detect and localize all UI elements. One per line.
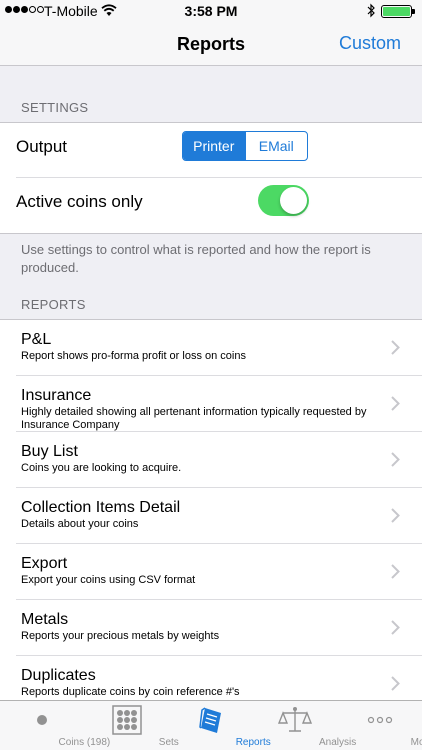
tab-analysis[interactable]: Analysis	[253, 701, 356, 750]
report-subtitle: Reports your precious metals by weights	[21, 630, 220, 642]
active-coins-row: Active coins only	[0, 178, 422, 233]
report-title: Buy List	[21, 443, 78, 460]
output-row: Output Printer EMail	[0, 123, 422, 178]
chevron-right-icon	[391, 396, 400, 411]
bluetooth-icon	[367, 3, 376, 21]
list-item-pl[interactable]: P&L Report shows pro-forma profit or los…	[0, 320, 422, 376]
report-title: Metals	[21, 611, 69, 628]
tab-bar: Coins (198) Sets Reports Analysis Mo	[0, 700, 422, 750]
tab-label: More	[410, 737, 422, 748]
battery-icon	[381, 5, 412, 18]
settings-section-header: SETTINGS	[21, 100, 89, 115]
chevron-right-icon	[391, 676, 400, 691]
printer-segment[interactable]: Printer	[183, 132, 245, 160]
chevron-right-icon	[391, 620, 400, 635]
active-coins-toggle[interactable]	[258, 185, 309, 216]
tab-reports[interactable]: Reports	[169, 701, 271, 750]
tab-more[interactable]: More	[338, 701, 422, 750]
coin-icon	[37, 715, 48, 725]
chevron-right-icon	[391, 508, 400, 523]
clock: 3:58 PM	[184, 3, 238, 19]
list-item-buy-list[interactable]: Buy List Coins you are looking to acquir…	[0, 432, 422, 488]
more-icon	[367, 716, 392, 724]
report-subtitle: Coins you are looking to acquire.	[21, 462, 182, 474]
report-subtitle: Highly detailed showing all pertenant in…	[21, 406, 367, 431]
report-subtitle: Report shows pro-forma profit or loss on…	[21, 350, 246, 362]
report-title: Collection Items Detail	[21, 499, 181, 516]
scales-icon	[278, 707, 313, 732]
active-coins-label: Active coins only	[16, 192, 143, 211]
reports-section-header: REPORTS	[21, 297, 86, 312]
output-label: Output	[16, 137, 68, 156]
chevron-right-icon	[391, 452, 400, 467]
status-bar: T-Mobile 3:58 PM	[0, 0, 422, 22]
report-subtitle: Details about your coins	[21, 518, 139, 530]
email-segment[interactable]: EMail	[244, 132, 308, 160]
tab-coins[interactable]: Coins (198)	[0, 701, 110, 750]
tab-sets[interactable]: Sets	[84, 701, 179, 750]
report-title: Insurance	[21, 387, 92, 404]
list-item-metals[interactable]: Metals Reports your precious metals by w…	[0, 600, 422, 656]
report-title: P&L	[21, 331, 52, 348]
output-segmented-control[interactable]: Printer EMail	[182, 131, 308, 161]
list-item-export[interactable]: Export Export your coins using CSV forma…	[0, 544, 422, 600]
navigation-bar: Reports Custom	[0, 22, 422, 66]
report-title: Duplicates	[21, 667, 96, 684]
report-subtitle: Reports duplicate coins by coin referenc…	[21, 686, 240, 698]
custom-button[interactable]: Custom	[339, 33, 401, 54]
settings-group: Output Printer EMail Active coins only	[0, 122, 422, 234]
grid-icon	[111, 705, 142, 735]
reports-list: P&L Report shows pro-forma profit or los…	[0, 319, 422, 712]
report-subtitle: Export your coins using CSV format	[21, 574, 196, 586]
list-item-collection-items-detail[interactable]: Collection Items Detail Details about yo…	[0, 488, 422, 544]
chevron-right-icon	[391, 340, 400, 355]
report-title: Export	[21, 555, 68, 572]
chevron-right-icon	[391, 564, 400, 579]
list-item-insurance[interactable]: Insurance Highly detailed showing all pe…	[0, 376, 422, 432]
book-icon	[199, 707, 222, 733]
settings-footer: Use settings to control what is reported…	[21, 242, 371, 275]
